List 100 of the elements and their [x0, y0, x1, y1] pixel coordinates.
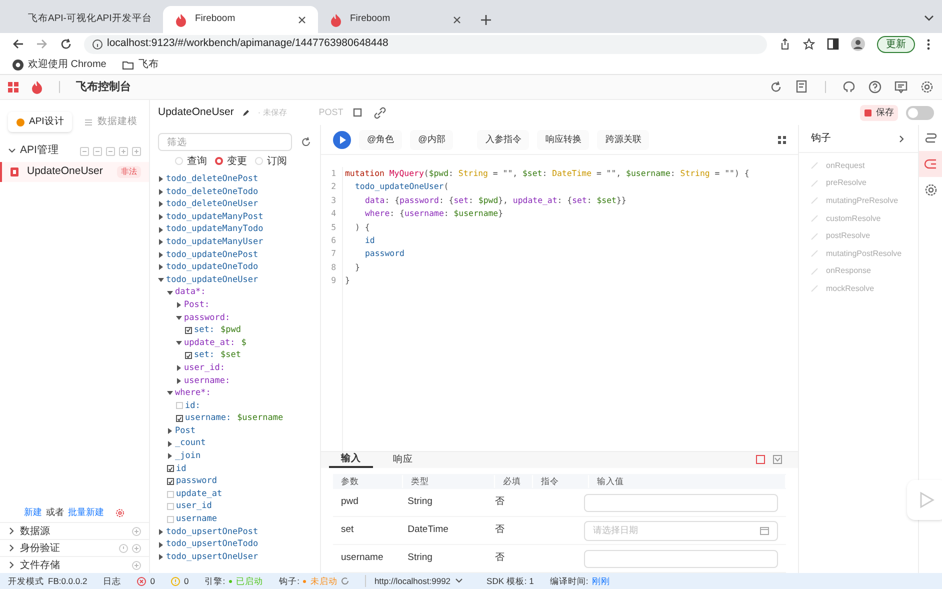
route-icon[interactable] — [924, 131, 938, 145]
browser-tab[interactable]: 飞布API-可视化API开发平台 — [8, 6, 163, 33]
triangle-right-icon[interactable] — [158, 264, 164, 270]
filter-field[interactable]: 筛选 — [158, 133, 292, 151]
bookmark[interactable]: 飞布 — [122, 57, 158, 72]
tree-item[interactable]: user_id: — [158, 362, 320, 374]
tree-item[interactable]: username: $username — [158, 412, 320, 425]
tree-item[interactable]: password — [158, 475, 320, 488]
close-icon[interactable] — [298, 16, 306, 24]
tree-item[interactable]: set: $pwd — [158, 324, 320, 337]
checkbox[interactable] — [167, 465, 174, 472]
checkbox[interactable] — [176, 415, 183, 422]
tree-item[interactable]: todo_updateManyTodo — [158, 223, 320, 236]
triangle-right-icon[interactable] — [158, 188, 164, 195]
panel-tab[interactable]: 响应 — [381, 452, 425, 468]
tree-item[interactable]: id — [158, 462, 320, 476]
triangle-right-icon[interactable] — [176, 378, 182, 384]
triangle-right-icon[interactable] — [158, 239, 164, 246]
checkbox[interactable] — [185, 352, 192, 360]
tree-item[interactable]: update_at — [158, 488, 320, 500]
triangle-right-icon[interactable] — [158, 252, 164, 258]
mode-radio[interactable]: 查询 — [175, 154, 207, 168]
update-button[interactable]: 更新 — [877, 36, 915, 52]
toolbar-button[interactable]: @内部 — [410, 130, 454, 150]
run-button[interactable] — [333, 130, 351, 148]
tree-item[interactable]: todo_upsertOneUser — [158, 550, 320, 564]
share-icon[interactable] — [779, 38, 791, 50]
profile-icon[interactable] — [851, 37, 865, 51]
error-count[interactable]: 0 — [137, 574, 155, 588]
triangle-right-icon[interactable] — [176, 302, 182, 308]
triangle-down-icon[interactable] — [176, 314, 182, 321]
triangle-down-icon[interactable] — [158, 277, 164, 284]
tree-item[interactable]: todo_upsertOnePost — [158, 526, 320, 538]
browser-tab[interactable]: Fireboom — [163, 6, 318, 33]
triangle-right-icon[interactable] — [158, 554, 164, 560]
triangle-right-icon[interactable] — [158, 214, 164, 220]
tree-item[interactable]: id: — [158, 400, 320, 412]
section-header[interactable]: API管理 — [8, 143, 76, 159]
tree-item[interactable]: todo_deleteOnePost — [158, 173, 320, 186]
tree-item[interactable]: _count — [158, 437, 320, 450]
triangle-right-icon[interactable] — [158, 201, 164, 208]
tree-item[interactable]: todo_upsertOneTodo — [158, 538, 320, 551]
tree-item[interactable]: user_id — [158, 500, 320, 514]
tree-item[interactable]: todo_deleteOneTodo — [158, 186, 320, 198]
tree-item[interactable]: Post — [158, 424, 320, 438]
triangle-right-icon[interactable] — [167, 440, 173, 447]
triangle-down-icon[interactable] — [176, 340, 182, 346]
tree-item[interactable]: todo_updateOneTodo — [158, 261, 320, 274]
mode-radio[interactable]: 变更 — [215, 154, 247, 168]
tree-item[interactable]: data*: — [158, 286, 320, 299]
tree-item[interactable]: username: — [158, 374, 320, 388]
value-field[interactable] — [584, 494, 778, 512]
triangle-right-icon[interactable] — [167, 428, 173, 434]
star-icon[interactable] — [803, 38, 815, 50]
tree-item[interactable]: password: — [158, 312, 320, 324]
mode-radio[interactable]: 订阅 — [255, 154, 287, 168]
sidebar-icon[interactable] — [827, 38, 839, 50]
help-icon[interactable] — [868, 80, 882, 94]
bookmark[interactable]: 欢迎使用 Chrome — [12, 57, 106, 72]
triangle-down-icon[interactable] — [167, 390, 173, 396]
chevron-right-icon[interactable] — [898, 134, 906, 142]
triangle-right-icon[interactable] — [158, 226, 164, 233]
new-tab-icon[interactable] — [481, 15, 491, 25]
reload-icon[interactable] — [60, 38, 72, 50]
panel-tab[interactable]: 输入 — [329, 452, 373, 468]
chevron-down-icon[interactable] — [924, 15, 934, 21]
sidebar-tab[interactable]: API设计 — [8, 112, 72, 132]
grid-icon[interactable] — [778, 136, 786, 144]
tree-item[interactable]: todo_updateManyPost — [158, 210, 320, 224]
checkbox[interactable] — [167, 478, 174, 486]
chat-icon[interactable] — [894, 80, 908, 94]
toolbar-button[interactable]: 跨源关联 — [597, 130, 650, 150]
settings-icon[interactable] — [924, 183, 938, 197]
tree-item[interactable]: todo_updateManyUser — [158, 236, 320, 249]
menu-icon[interactable] — [927, 38, 930, 50]
value-field[interactable] — [584, 550, 778, 568]
checkbox[interactable] — [185, 326, 192, 334]
api-list-item[interactable]: UpdateOneUser 非法 — [0, 162, 149, 182]
hook-icon[interactable] — [924, 157, 938, 171]
triangle-right-icon[interactable] — [176, 365, 182, 372]
triangle-right-icon[interactable] — [158, 542, 164, 548]
tree-item[interactable]: update_at: $ — [158, 336, 320, 350]
toolbar-button[interactable]: @角色 — [359, 130, 402, 150]
clear-icon[interactable] — [756, 455, 765, 464]
server-url-dropdown[interactable]: http://localhost:9992 — [365, 574, 463, 588]
tree-item[interactable]: _join — [158, 450, 320, 463]
toolbar-button[interactable]: 响应转换 — [537, 130, 590, 150]
sidebar-group[interactable]: 数据源 — [0, 522, 149, 539]
tree-item[interactable]: Post: — [158, 298, 320, 312]
tree-item[interactable]: todo_deleteOneUser — [158, 198, 320, 211]
triangle-down-icon[interactable] — [167, 290, 173, 296]
triangle-right-icon[interactable] — [167, 453, 173, 460]
close-icon[interactable] — [453, 16, 461, 24]
tree-item[interactable]: username — [158, 513, 320, 526]
link-icon[interactable] — [373, 106, 388, 120]
triangle-right-icon[interactable] — [158, 176, 164, 182]
warning-count[interactable]: 0 — [170, 574, 189, 588]
back-icon[interactable] — [12, 38, 24, 50]
grid-icon[interactable] — [8, 82, 19, 92]
browser-tab[interactable]: Fireboom — [318, 6, 473, 33]
